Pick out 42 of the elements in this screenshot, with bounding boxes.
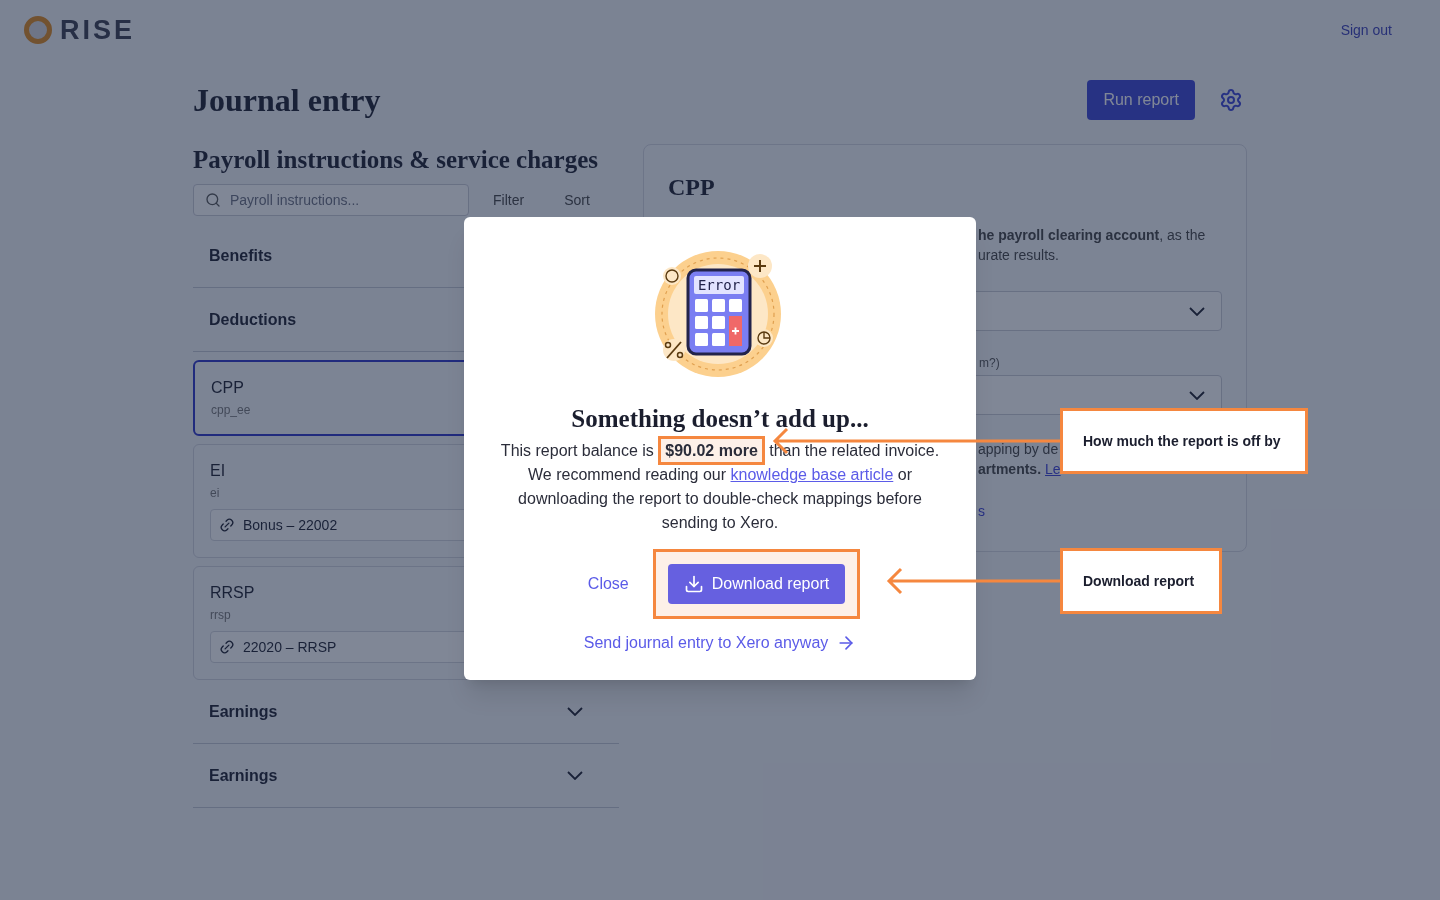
download-report-button[interactable]: Download report: [667, 564, 846, 604]
account-label: 22020 – RRSP: [243, 638, 337, 657]
page-title: Journal entry: [193, 81, 381, 120]
card-code: cpp_ee: [211, 402, 251, 418]
category-label: Earnings: [209, 765, 278, 786]
card-code: ei: [210, 485, 220, 501]
description-text: apping by de: [978, 440, 1059, 459]
category-label: Benefits: [209, 245, 273, 266]
search-icon: [205, 192, 221, 208]
chevron-down-icon: [1189, 306, 1205, 316]
section-title: Payroll instructions & service charges: [193, 145, 600, 175]
description-text: artments.: [978, 460, 1042, 479]
callout-text: How much the report is off by: [1083, 432, 1281, 451]
description-text: he payroll clearing account, as the: [978, 226, 1206, 245]
category-row[interactable]: Earnings: [193, 744, 619, 808]
knowledge-base-link[interactable]: knowledge base article: [730, 466, 894, 483]
settings-icon[interactable]: [1219, 88, 1243, 112]
callout-text: Download report: [1083, 572, 1195, 591]
filter-button[interactable]: Filter: [493, 190, 525, 210]
run-report-button[interactable]: Run report: [1087, 80, 1195, 120]
detail-title: CPP: [668, 173, 716, 202]
card-title: CPP: [211, 378, 244, 398]
amount-highlight: $90.02 more: [658, 436, 765, 465]
category-label: Earnings: [209, 701, 278, 722]
card-code: rrsp: [210, 607, 231, 623]
logo-ring-icon: [24, 16, 52, 44]
chevron-down-icon: [567, 707, 583, 716]
field-label: m?): [978, 355, 1001, 371]
learn-more-link[interactable]: Le: [1045, 459, 1061, 479]
sign-out-link[interactable]: Sign out: [1340, 20, 1392, 40]
card-title: EI: [210, 461, 226, 481]
account-label: Bonus – 22002: [243, 516, 338, 535]
card-title: RRSP: [210, 583, 255, 603]
category-label: Deductions: [209, 309, 297, 330]
chevron-down-icon: [1189, 390, 1205, 400]
logo-text: RISE: [60, 13, 136, 47]
description-text: urate results.: [978, 246, 1059, 265]
detail-link[interactable]: s: [978, 501, 1222, 521]
sort-button[interactable]: Sort: [564, 190, 590, 210]
chevron-down-icon: [567, 771, 583, 780]
download-icon: [683, 574, 704, 594]
search-field[interactable]: Payroll instructions...: [193, 184, 469, 216]
